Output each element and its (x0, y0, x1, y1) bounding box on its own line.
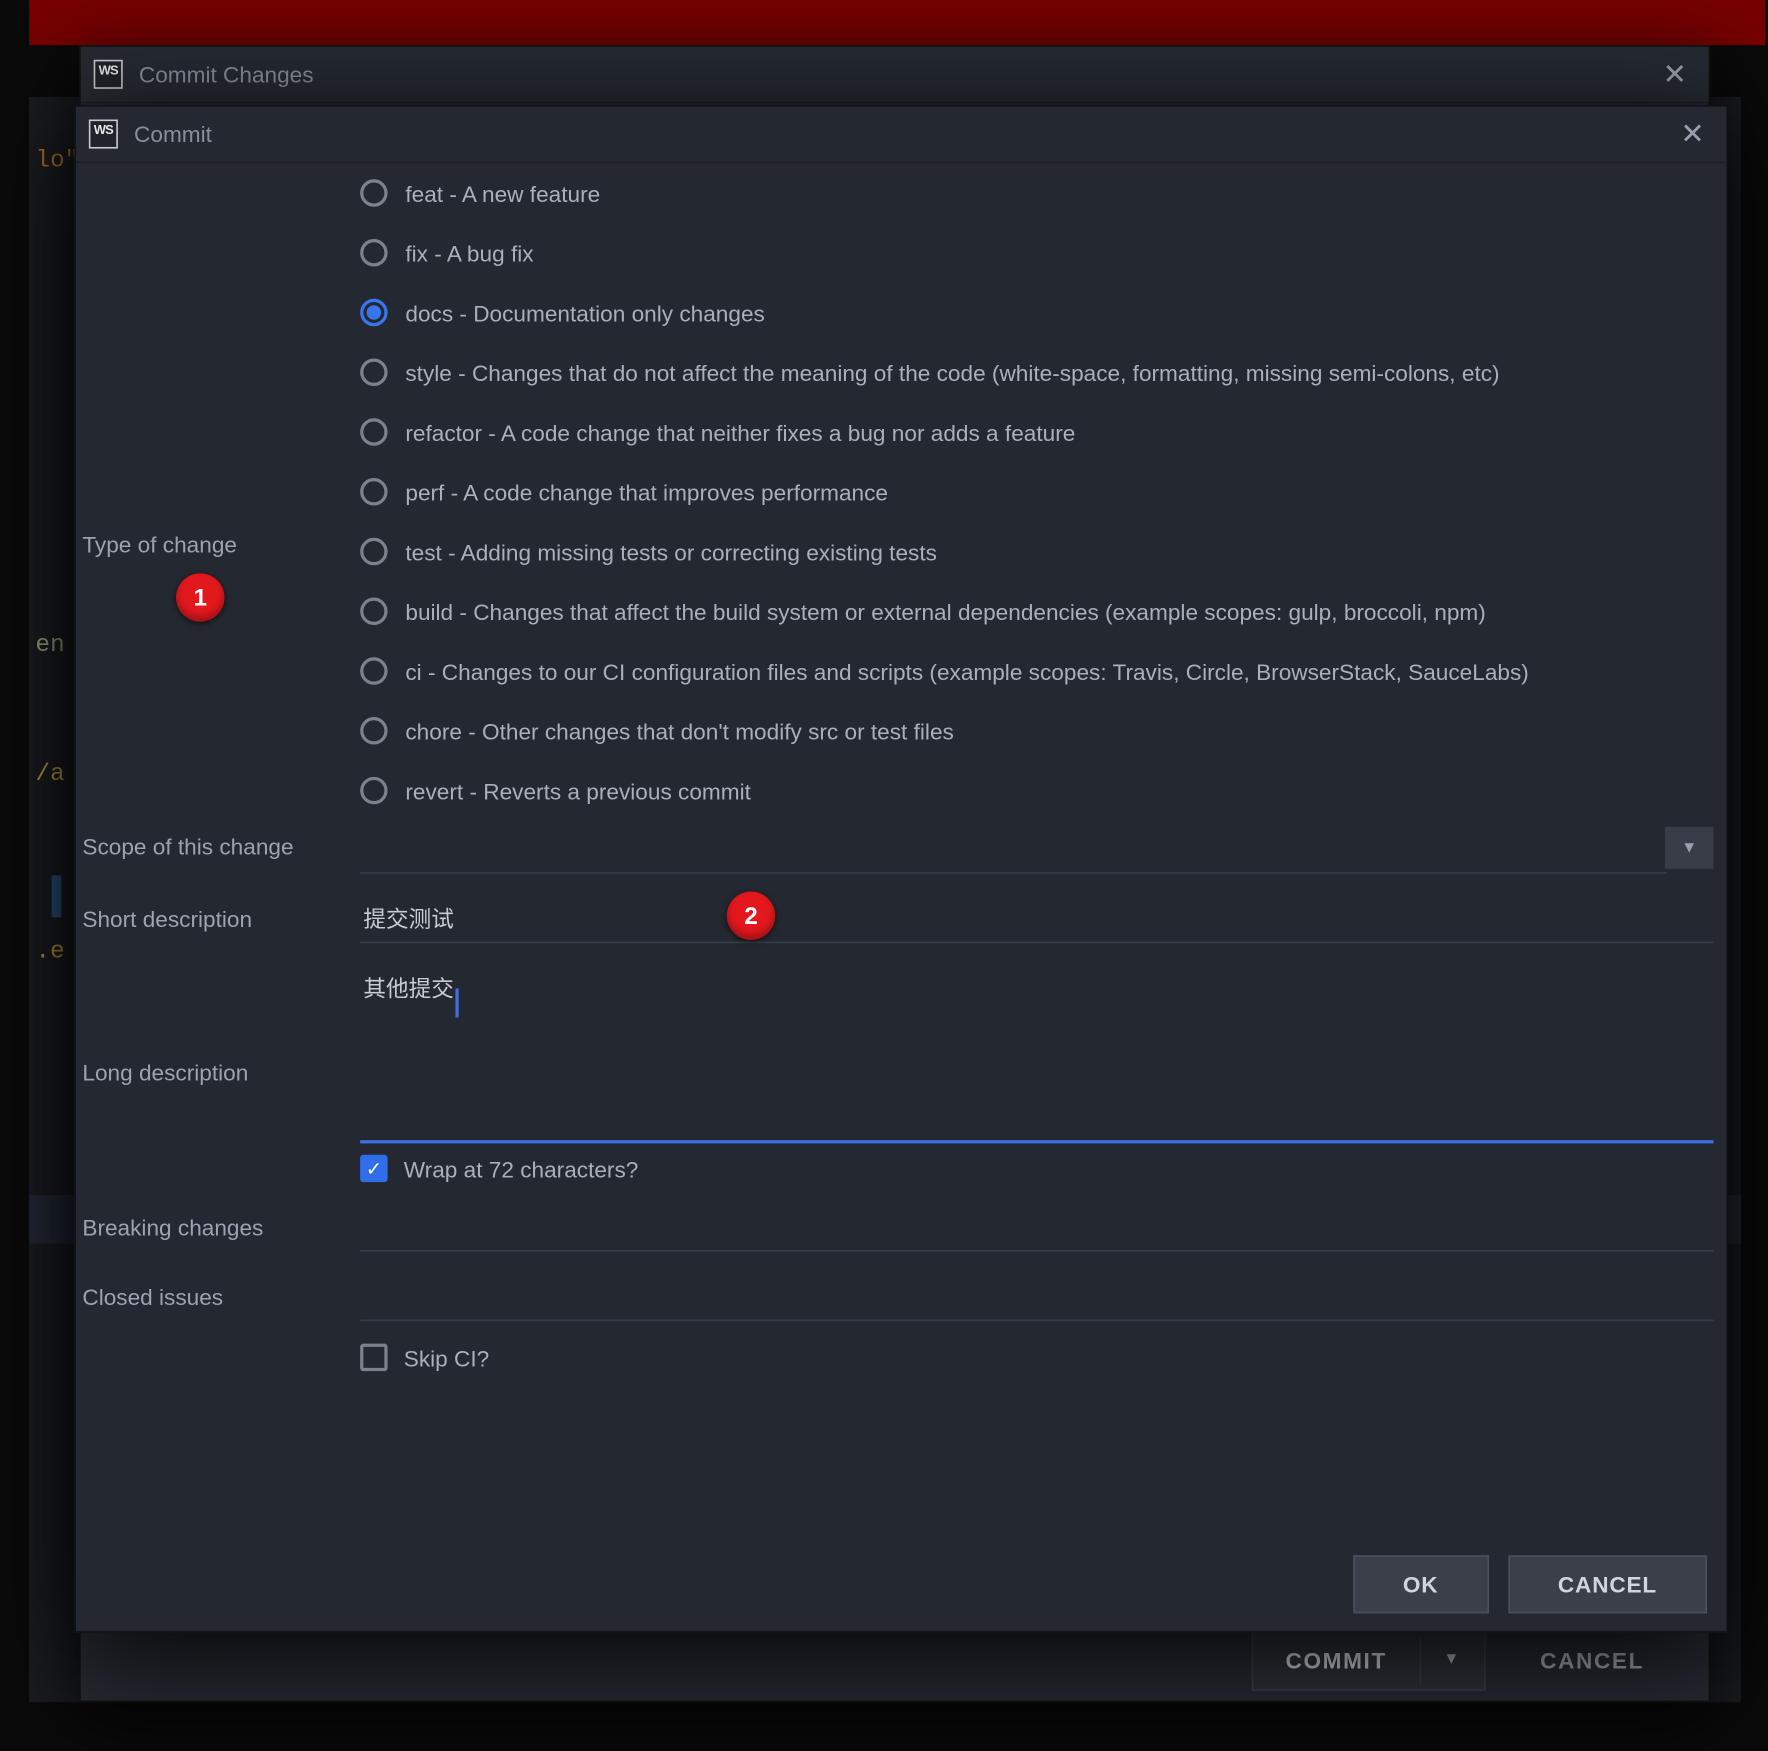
cancel-button-outer[interactable]: CANCEL (1508, 1630, 1677, 1688)
label-breaking-changes: Breaking changes (82, 1205, 360, 1241)
checkbox-icon: ✓ (360, 1155, 387, 1182)
cancel-button[interactable]: CANCEL (1508, 1555, 1707, 1613)
radio-icon (360, 657, 387, 684)
bg-token: .e (36, 938, 65, 965)
radio-icon (360, 717, 387, 744)
skip-ci-checkbox[interactable]: ✓ Skip CI? (360, 1344, 1713, 1371)
type-radio-chore[interactable]: chore - Other changes that don't modify … (360, 717, 1713, 744)
commit-button-label: COMMIT (1253, 1630, 1419, 1688)
outer-title: Commit Changes (139, 61, 314, 87)
type-radio-ci[interactable]: ci - Changes to our CI configuration fil… (360, 657, 1713, 684)
chevron-down-icon[interactable]: ▼ (1419, 1634, 1483, 1684)
radio-label: refactor - A code change that neither fi… (405, 419, 1075, 445)
radio-icon (360, 299, 387, 326)
close-icon[interactable]: ✕ (1672, 117, 1714, 151)
radio-icon (360, 478, 387, 505)
type-radio-refactor[interactable]: refactor - A code change that neither fi… (360, 418, 1713, 445)
long-description-input[interactable] (360, 966, 1713, 1144)
close-icon[interactable]: ✕ (1654, 57, 1696, 91)
long-text-display: 其他提交 (363, 972, 453, 1004)
radio-label: style - Changes that do not affect the m… (405, 359, 1499, 385)
commit-button[interactable]: COMMIT ▼ (1252, 1629, 1486, 1690)
radio-icon (360, 418, 387, 445)
annotation-badge-2: 2 (727, 891, 775, 939)
inner-footer: OK CANCEL (76, 1537, 1727, 1631)
radio-icon (360, 179, 387, 206)
radio-icon (360, 777, 387, 804)
radio-label: feat - A new feature (405, 180, 600, 206)
type-radio-test[interactable]: test - Adding missing tests or correctin… (360, 538, 1713, 565)
checkbox-icon: ✓ (360, 1344, 387, 1371)
wrap72-label: Wrap at 72 characters? (404, 1156, 639, 1182)
radio-label: chore - Other changes that don't modify … (405, 718, 953, 744)
type-radio-feat[interactable]: feat - A new feature (360, 179, 1713, 206)
scope-input[interactable] (360, 827, 1667, 874)
webstorm-icon: WS (89, 120, 118, 149)
closed-issues-input[interactable] (360, 1274, 1713, 1321)
radio-icon (360, 538, 387, 565)
inner-title: Commit (134, 121, 212, 147)
scope-field-wrap: ▼ (360, 827, 1713, 874)
commit-dialog: WS Commit ✕ Type of change 1 feat - A ne… (74, 105, 1728, 1633)
skip-ci-label: Skip CI? (404, 1344, 489, 1370)
label-long-description: Long description (82, 966, 360, 1086)
short-description-input[interactable] (360, 896, 1713, 943)
inner-titlebar[interactable]: WS Commit ✕ (76, 107, 1727, 164)
annotation-badge-1: 1 (176, 573, 224, 621)
type-radio-fix[interactable]: fix - A bug fix (360, 239, 1713, 266)
breaking-changes-input[interactable] (360, 1205, 1713, 1252)
label-short-description: Short description (82, 896, 360, 932)
webstorm-icon: WS (94, 60, 123, 89)
radio-label: docs - Documentation only changes (405, 300, 764, 326)
bg-token: /a (36, 761, 65, 788)
type-radio-perf[interactable]: perf - A code change that improves perfo… (360, 478, 1713, 505)
label-scope: Scope of this change (82, 827, 360, 859)
type-radio-build[interactable]: build - Changes that affect the build sy… (360, 598, 1713, 625)
label-type-of-change: Type of change 1 (82, 173, 360, 557)
type-radio-docs[interactable]: docs - Documentation only changes (360, 299, 1713, 326)
outer-titlebar[interactable]: WS Commit Changes ✕ (81, 47, 1709, 104)
type-radio-group: feat - A new feature fix - A bug fix docs … (360, 173, 1713, 804)
ok-button[interactable]: OK (1353, 1555, 1489, 1613)
radio-label: build - Changes that affect the build sy… (405, 598, 1485, 624)
type-radio-revert[interactable]: revert - Reverts a previous commit (360, 777, 1713, 804)
commit-changes-window: WS Commit Changes ✕ COMMIT ▼ CANCEL WS C… (79, 45, 1710, 1702)
radio-icon (360, 598, 387, 625)
radio-label: fix - A bug fix (405, 240, 533, 266)
bg-token: lo" (36, 147, 80, 174)
radio-label: revert - Reverts a previous commit (405, 778, 751, 804)
editor-red-strip (29, 0, 1765, 45)
label-closed-issues: Closed issues (82, 1274, 360, 1310)
scope-dropdown-button[interactable]: ▼ (1665, 827, 1713, 869)
type-radio-style[interactable]: style - Changes that do not affect the m… (360, 359, 1713, 386)
radio-icon (360, 239, 387, 266)
wrap72-checkbox[interactable]: ✓ Wrap at 72 characters? (360, 1155, 1713, 1182)
radio-label: ci - Changes to our CI configuration fil… (405, 658, 1528, 684)
radio-label: test - Adding missing tests or correctin… (405, 539, 937, 565)
bg-token: en (36, 631, 65, 658)
radio-icon (360, 359, 387, 386)
radio-label: perf - A code change that improves perfo… (405, 479, 888, 505)
